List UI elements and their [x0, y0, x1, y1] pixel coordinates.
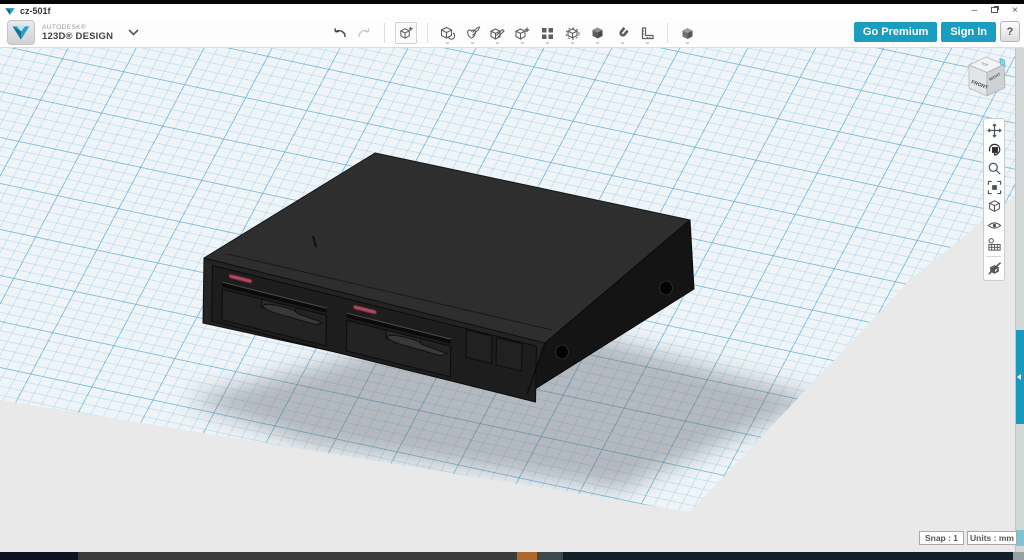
- view-camera-icon[interactable]: [985, 197, 1003, 216]
- grouping-tool[interactable]: [563, 22, 582, 44]
- snap-setting[interactable]: Snap : 1: [919, 531, 964, 545]
- measure-tool[interactable]: [638, 22, 657, 44]
- toggle-grid-icon[interactable]: [985, 235, 1003, 254]
- navigation-palette: [983, 118, 1005, 281]
- document-title: cz-501f: [20, 6, 51, 16]
- app-menu[interactable]: AUTODESK® 123D® DESIGN: [7, 20, 139, 45]
- viewport-canvas[interactable]: FRONT RIGHT TOP: [0, 48, 1024, 552]
- brand-line1: AUTODESK®: [42, 24, 113, 31]
- app-icon: [5, 7, 15, 16]
- primitives-tool[interactable]: [438, 22, 457, 44]
- view-cube[interactable]: FRONT RIGHT TOP: [0, 48, 1024, 552]
- parts-panel-tab[interactable]: [1016, 330, 1024, 424]
- construct-tool[interactable]: [488, 22, 507, 44]
- units-setting[interactable]: Units : mm: [967, 531, 1017, 545]
- view-tool[interactable]: [678, 22, 697, 44]
- sign-in-button[interactable]: Sign In: [941, 22, 996, 42]
- toolbar-separator: [667, 23, 668, 43]
- brand-line2: 123D® DESIGN: [42, 31, 113, 42]
- sketch-tool[interactable]: [463, 22, 482, 44]
- go-premium-button[interactable]: Go Premium: [854, 22, 937, 42]
- restore-button[interactable]: [991, 6, 998, 16]
- pan-icon[interactable]: [985, 121, 1003, 140]
- pattern-tool[interactable]: [538, 22, 557, 44]
- minimize-button[interactable]: –: [972, 6, 978, 16]
- toolbar-separator: [384, 23, 385, 43]
- right-panel-track[interactable]: [1015, 48, 1024, 552]
- title-bar: cz-501f – ×: [0, 4, 1024, 18]
- combine-tool[interactable]: [588, 22, 607, 44]
- redo-button[interactable]: [355, 22, 374, 44]
- track-bottom-cap: [1016, 530, 1024, 546]
- hide-show-icon[interactable]: [985, 216, 1003, 235]
- toolbar-separator: [427, 23, 428, 43]
- orbit-icon[interactable]: [985, 140, 1003, 159]
- chevron-down-icon[interactable]: [128, 29, 139, 36]
- app-logo: [7, 20, 35, 45]
- material-icon[interactable]: [985, 259, 1003, 278]
- snap-tool[interactable]: [613, 22, 632, 44]
- palette-divider: [987, 256, 1001, 257]
- modify-tool[interactable]: [513, 22, 532, 44]
- main-toolbar: AUTODESK® 123D® DESIGN: [0, 18, 1024, 48]
- transform-tool[interactable]: [395, 22, 417, 44]
- undo-button[interactable]: [330, 22, 349, 44]
- close-button[interactable]: ×: [1012, 6, 1018, 16]
- zoom-icon[interactable]: [985, 159, 1003, 178]
- zoom-to-fit-icon[interactable]: [985, 178, 1003, 197]
- help-button[interactable]: ?: [1000, 21, 1020, 42]
- panel-expand-arrow-icon: [1017, 374, 1021, 380]
- taskbar-sliver: [0, 552, 1024, 560]
